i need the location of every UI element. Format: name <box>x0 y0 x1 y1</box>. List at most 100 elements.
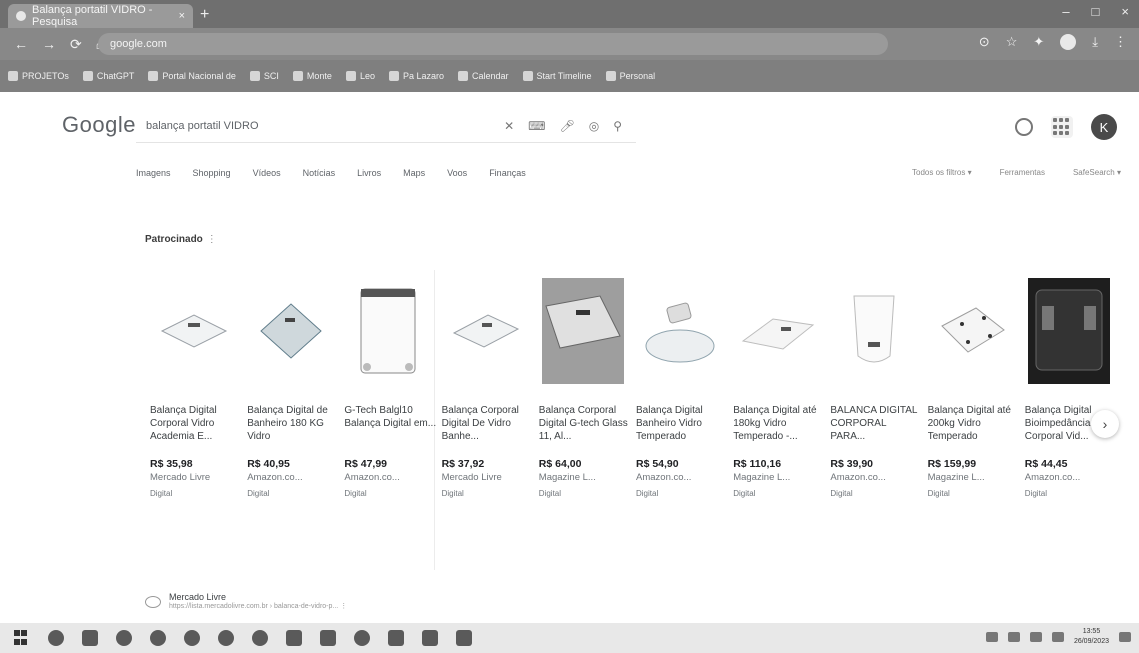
product-card[interactable]: Balança Digital até 200kg Vidro Temperad… <box>928 262 1020 582</box>
product-image[interactable] <box>442 266 530 396</box>
product-title[interactable]: Balança Digital de Banheiro 180 KG Vidro <box>247 404 339 456</box>
product-card[interactable]: G-Tech Balgl10 Balança Digital em... R$ 4… <box>344 262 436 582</box>
settings-gear-icon[interactable] <box>1015 118 1033 136</box>
task-view-icon[interactable] <box>82 630 98 646</box>
location-icon[interactable]: ⊙ <box>979 34 990 50</box>
back-icon[interactable]: ← <box>14 36 28 53</box>
product-card[interactable]: Balança Corporal Digital G-tech Glass 11… <box>539 262 631 582</box>
word-icon[interactable] <box>286 630 302 646</box>
product-title[interactable]: Balança Digital até 200kg Vidro Temperad… <box>928 404 1020 456</box>
google-logo[interactable]: Google <box>62 112 136 138</box>
product-title[interactable]: Balança Digital Corporal Vidro Academia … <box>150 404 242 456</box>
product-image[interactable] <box>733 266 821 396</box>
browser-tab[interactable]: Balança portatil VIDRO - Pesquisa × <box>8 4 193 28</box>
extensions-icon[interactable]: ✦ <box>1033 34 1044 50</box>
tray-icon[interactable] <box>1007 632 1020 642</box>
camera-icon[interactable]: ◎ <box>589 119 599 133</box>
windows-start-icon[interactable] <box>14 630 30 646</box>
opera-icon[interactable] <box>218 630 234 646</box>
forward-icon[interactable]: → <box>42 36 56 53</box>
bookmark-item[interactable]: ChatGPT <box>82 71 134 81</box>
tab-videos[interactable]: Vídeos <box>253 168 281 178</box>
chrome-browser-icon[interactable] <box>150 630 166 646</box>
bookmark-item[interactable]: Personal <box>605 71 655 81</box>
address-bar[interactable]: google.com <box>98 33 888 55</box>
account-avatar[interactable]: K <box>1091 114 1117 140</box>
tab-finance[interactable]: Finanças <box>489 168 526 178</box>
tab-books[interactable]: Livros <box>357 168 381 178</box>
product-card[interactable]: BALANCA DIGITAL CORPORAL PARA... R$ 39,90… <box>830 262 922 582</box>
close-window-button[interactable]: × <box>1121 4 1129 19</box>
volume-icon[interactable] <box>1051 632 1064 642</box>
edge-browser-icon[interactable] <box>116 630 132 646</box>
product-title[interactable]: G-Tech Balgl10 Balança Digital em... <box>344 404 436 456</box>
firefox-icon[interactable] <box>184 630 200 646</box>
product-title[interactable]: Balança Corporal Digital De Vidro Banhe.… <box>442 404 534 456</box>
photos-icon[interactable] <box>422 630 438 646</box>
result-menu-icon[interactable]: ⋮ <box>340 603 347 610</box>
tab-close-icon[interactable]: × <box>179 10 185 22</box>
clock[interactable]: 13:55 26/09/2023 <box>1074 627 1109 647</box>
search-taskbar-icon[interactable] <box>48 630 64 646</box>
bookmark-item[interactable]: SCI <box>249 71 279 81</box>
bookmark-item[interactable]: Start Timeline <box>522 71 592 81</box>
product-title[interactable]: Balança Digital até 180kg Vidro Temperad… <box>733 404 825 456</box>
star-icon[interactable]: ☆ <box>1006 34 1018 50</box>
new-tab-button[interactable]: + <box>200 6 209 24</box>
network-icon[interactable] <box>1029 632 1042 642</box>
bookmark-item[interactable]: PROJETOs <box>8 71 69 81</box>
minimize-button[interactable]: – <box>1062 4 1069 19</box>
product-image[interactable] <box>830 266 918 396</box>
app-icon[interactable] <box>456 630 472 646</box>
product-title[interactable]: Balança Corporal Digital G-tech Glass 11… <box>539 404 631 456</box>
search-input[interactable]: balança portatil VIDRO <box>146 120 504 132</box>
product-image[interactable] <box>247 266 335 396</box>
product-card[interactable]: Balança Digital Corporal Vidro Academia … <box>150 262 242 582</box>
product-image[interactable] <box>1025 266 1113 396</box>
tab-shopping[interactable]: Shopping <box>193 168 231 178</box>
app-icon[interactable] <box>252 630 268 646</box>
product-image[interactable] <box>928 266 1016 396</box>
info-icon[interactable]: ⋮ <box>207 234 217 245</box>
tray-icon[interactable] <box>985 632 998 642</box>
bookmark-item[interactable]: Monte <box>292 71 332 81</box>
product-image[interactable] <box>344 266 432 396</box>
result-url[interactable]: https://lista.mercadolivre.com.br › bala… <box>169 602 347 610</box>
outlook-icon[interactable] <box>320 630 336 646</box>
tools-button[interactable]: Ferramentas <box>1000 168 1045 177</box>
product-image[interactable] <box>539 266 627 396</box>
product-card[interactable]: Balança Digital de Banheiro 180 KG Vidro… <box>247 262 339 582</box>
maximize-button[interactable]: □ <box>1092 4 1100 19</box>
keyboard-icon[interactable]: ⌨ <box>528 119 545 133</box>
all-filters-button[interactable]: Todos os filtros ▾ <box>912 168 972 177</box>
search-box[interactable]: balança portatil VIDRO ✕ ⌨ 🎤︎ ◎ ⚲ <box>136 110 636 143</box>
product-image[interactable] <box>636 266 724 396</box>
clear-search-icon[interactable]: ✕ <box>504 119 514 133</box>
product-card[interactable]: Balança Digital até 180kg Vidro Temperad… <box>733 262 825 582</box>
bookmark-item[interactable]: Portal Nacional de <box>148 71 236 81</box>
safesearch-button[interactable]: SafeSearch ▾ <box>1073 168 1121 177</box>
apps-grid-icon[interactable] <box>1051 116 1073 138</box>
carousel-next-arrow[interactable]: › <box>1091 410 1119 438</box>
product-title[interactable]: BALANCA DIGITAL CORPORAL PARA... <box>830 404 922 456</box>
organic-result[interactable]: Mercado Livre https://lista.mercadolivre… <box>145 592 347 610</box>
app-icon[interactable] <box>354 630 370 646</box>
download-icon[interactable]: ⤓ <box>1092 34 1098 50</box>
notifications-icon[interactable] <box>1119 632 1131 642</box>
file-explorer-icon[interactable] <box>388 630 404 646</box>
product-card[interactable]: Balança Corporal Digital De Vidro Banhe.… <box>442 262 534 582</box>
bookmark-item[interactable]: Leo <box>345 71 375 81</box>
reload-icon[interactable]: ⟳ <box>70 36 82 53</box>
tab-images[interactable]: Imagens <box>136 168 171 178</box>
tab-maps[interactable]: Maps <box>403 168 425 178</box>
menu-icon[interactable]: ⋮ <box>1114 34 1127 50</box>
bookmark-item[interactable]: Pa Lazaro <box>388 71 444 81</box>
result-site-name[interactable]: Mercado Livre <box>169 592 347 602</box>
profile-icon[interactable] <box>1060 34 1077 50</box>
microphone-icon[interactable]: 🎤︎ <box>559 119 574 133</box>
tab-news[interactable]: Notícias <box>303 168 336 178</box>
bookmark-item[interactable]: Calendar <box>458 71 509 81</box>
tab-flights[interactable]: Voos <box>447 168 467 178</box>
product-image[interactable] <box>150 266 238 396</box>
product-card[interactable]: Balança Digital Banheiro Vidro Temperado… <box>636 262 728 582</box>
